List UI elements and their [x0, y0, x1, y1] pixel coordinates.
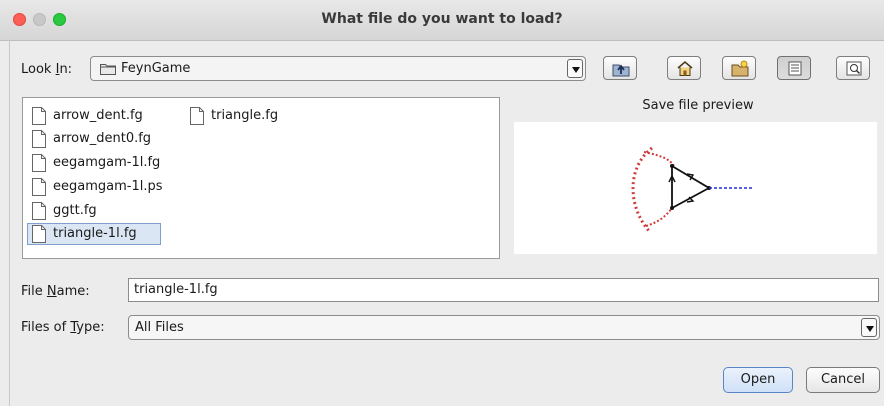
list-item[interactable]: eegamgam-1l.ps [29, 177, 179, 197]
file-icon [32, 202, 46, 220]
look-in-combo[interactable]: FeynGame [90, 56, 586, 81]
list-view-button[interactable] [777, 56, 811, 80]
look-in-value: FeynGame [121, 61, 191, 76]
file-icon [32, 107, 46, 125]
preview-panel [514, 122, 877, 254]
file-icon [32, 130, 46, 148]
list-item-selected[interactable]: triangle-1l.fg [27, 223, 161, 245]
file-icon [32, 178, 46, 196]
folder-icon [100, 62, 116, 79]
list-item[interactable]: arrow_dent.fg [29, 106, 169, 126]
chevron-down-icon[interactable] [861, 318, 877, 337]
details-view-icon [846, 61, 862, 76]
open-button[interactable]: Open [723, 367, 793, 393]
list-item[interactable]: triangle.fg [187, 106, 307, 126]
files-of-type-value: All Files [135, 320, 184, 335]
chevron-down-icon[interactable] [567, 59, 583, 78]
list-item[interactable]: ggtt.fg [29, 201, 169, 221]
new-folder-button[interactable] [722, 56, 756, 80]
look-in-label: Look In: [21, 62, 73, 77]
up-folder-icon [612, 64, 630, 77]
home-icon [677, 61, 693, 76]
cancel-button[interactable]: Cancel [806, 367, 880, 393]
home-button[interactable] [667, 56, 701, 80]
file-name-input[interactable]: triangle-1l.fg [128, 278, 879, 302]
file-list[interactable]: arrow_dent.fg arrow_dent0.fg eegamgam-1l… [22, 97, 500, 259]
file-icon [32, 225, 46, 243]
list-item[interactable]: eegamgam-1l.fg [29, 153, 179, 173]
feynman-diagram-preview [631, 146, 752, 234]
new-folder-icon [731, 60, 749, 77]
files-of-type-label: Files of Type: [21, 320, 105, 335]
list-item[interactable]: arrow_dent0.fg [29, 129, 169, 149]
title-bar: What file do you want to load? [0, 0, 884, 41]
details-view-button[interactable] [836, 56, 870, 80]
window-title: What file do you want to load? [321, 11, 563, 27]
file-icon [190, 107, 204, 125]
up-one-level-button[interactable] [603, 56, 637, 80]
file-name-label: File Name: [21, 284, 90, 299]
preview-title: Save file preview [642, 98, 754, 113]
file-icon [32, 154, 46, 172]
files-of-type-combo[interactable]: All Files [128, 315, 880, 340]
list-view-icon [788, 61, 802, 76]
